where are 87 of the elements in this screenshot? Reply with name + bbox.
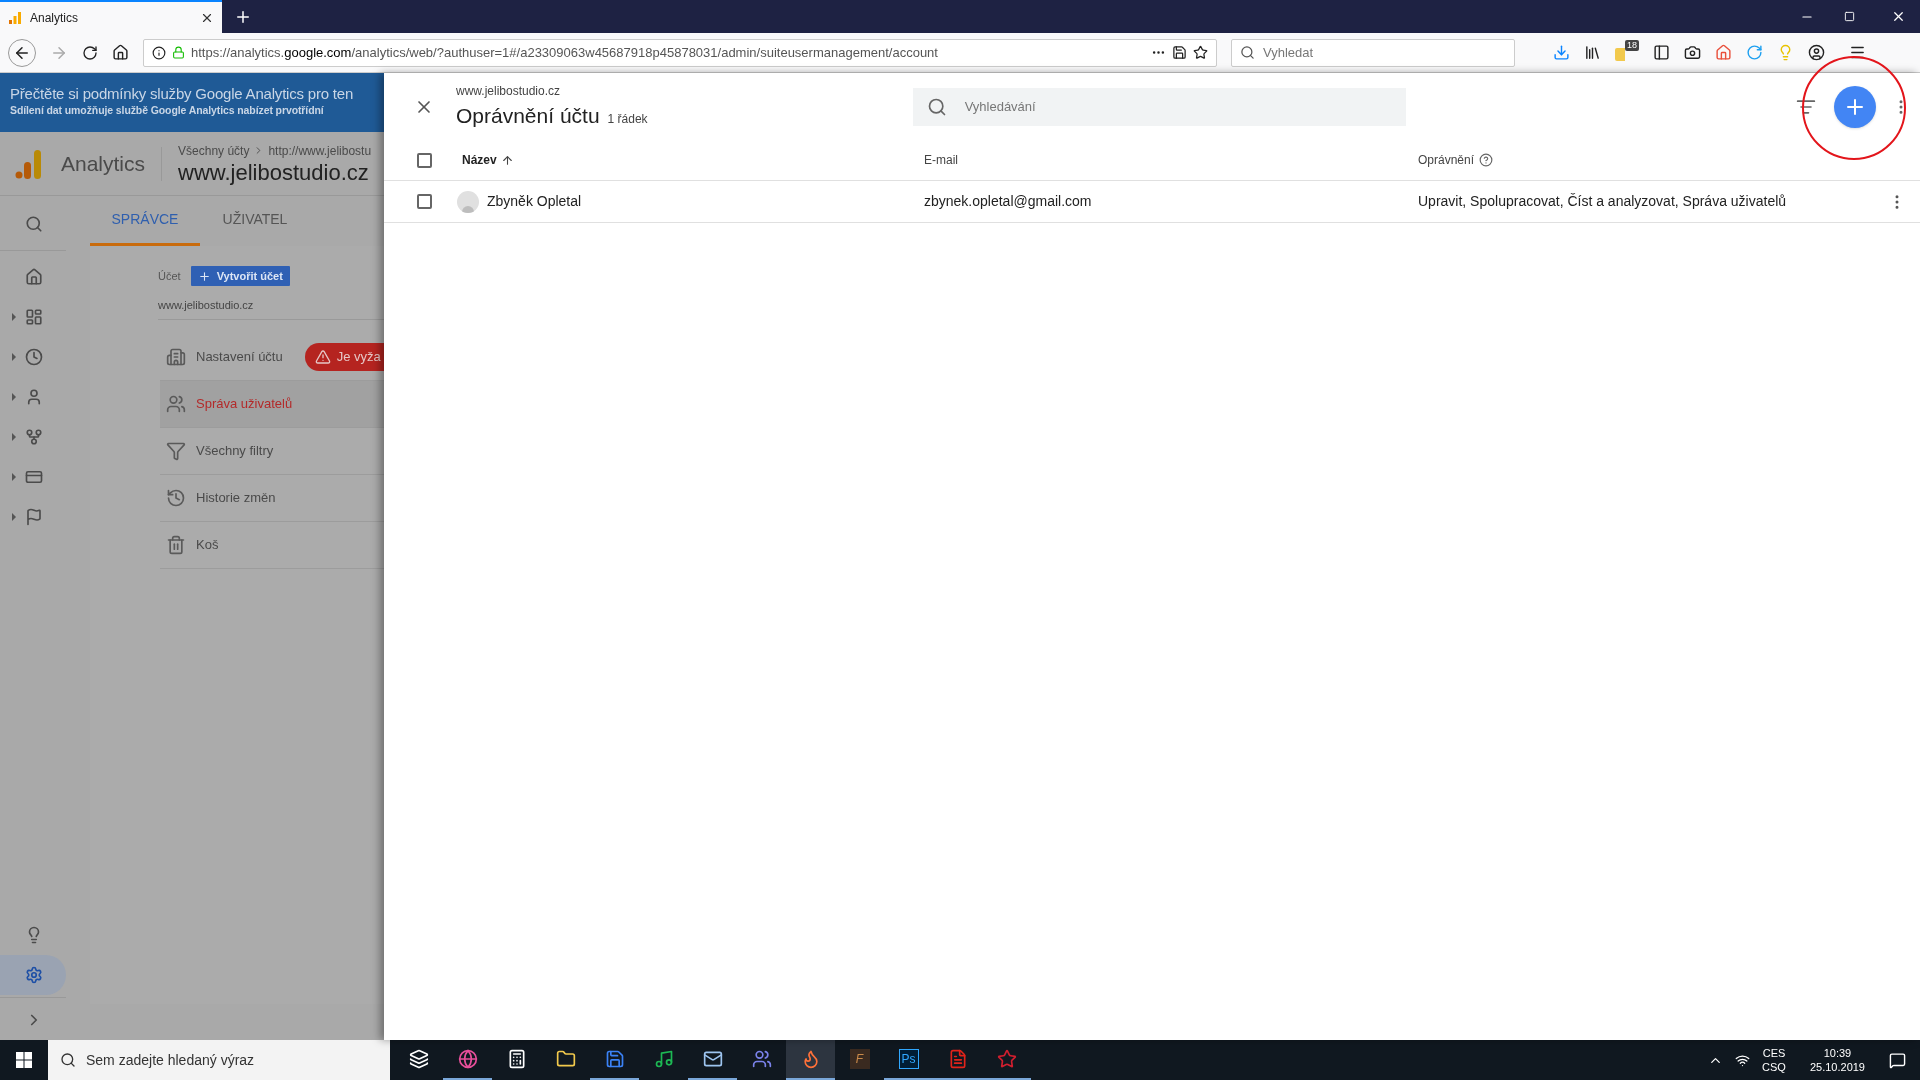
download-icon[interactable] (1553, 44, 1570, 61)
sidebar-icon[interactable] (1653, 44, 1670, 61)
count-badge: 18 (1625, 40, 1639, 51)
select-all-checkbox[interactable] (417, 152, 432, 168)
expand-arrow-icon (12, 433, 16, 441)
taskbar-app[interactable] (786, 1040, 835, 1080)
app-name: Analytics (61, 150, 146, 177)
nav-item[interactable] (0, 955, 66, 995)
search-icon (1240, 45, 1255, 60)
taskbar-search-field[interactable]: Sem zadejte hledaný výraz (48, 1040, 390, 1080)
network-icon[interactable] (1735, 1052, 1751, 1068)
search-field[interactable]: Vyhledávání (912, 87, 1406, 126)
clock-icon[interactable] (25, 348, 43, 366)
account-icon[interactable] (1808, 44, 1825, 61)
sync-icon[interactable] (1746, 44, 1763, 61)
sort-arrow-icon[interactable] (500, 153, 514, 167)
breadcrumb-link[interactable]: Všechny účty (178, 141, 250, 160)
notifications-icon[interactable] (1889, 1051, 1906, 1069)
plus-icon (197, 269, 211, 283)
column-header: E-mail (924, 152, 959, 169)
row-count: 1 řádek (607, 110, 648, 128)
expand-arrow-icon (12, 313, 16, 321)
tab-title: Analytics (30, 9, 80, 27)
camera-icon[interactable] (1684, 44, 1701, 61)
table-cell-text: Zbyněk Opletal (487, 192, 582, 211)
admin-menu-item[interactable]: Nastavení účtu Je vyža (160, 333, 384, 381)
url-text: https://analytics.google.com/analytics/web/?authuser=1#/a23309063w45687918p45878031/admin/suiteusermanagement/account (191, 43, 938, 62)
folder-icon (555, 1049, 576, 1069)
banner-subtext: Sdílení dat umožňuje službě Google Analytics nabízet prvotřídní (10, 103, 324, 118)
help-icon[interactable] (1479, 153, 1494, 167)
column-header: Oprávnění (1418, 152, 1475, 169)
reload-icon[interactable] (82, 44, 98, 61)
people-icon (166, 393, 186, 414)
history-icon (166, 487, 186, 508)
search-icon (60, 1052, 76, 1068)
restore-icon[interactable] (1844, 11, 1855, 22)
search-icon (926, 96, 947, 117)
building-icon (166, 346, 186, 367)
bar-chart-icon (8, 10, 22, 25)
expand-arrow-icon (12, 513, 16, 521)
settings-icon[interactable] (25, 966, 43, 984)
branch-icon[interactable] (25, 428, 43, 446)
windows-icon[interactable] (16, 1052, 32, 1068)
star-icon[interactable] (1193, 45, 1208, 60)
avatar (457, 190, 479, 213)
warning-icon (314, 348, 331, 365)
save-icon (604, 1049, 625, 1069)
search-icon[interactable] (25, 215, 43, 233)
warning-badge[interactable]: Je vyža (304, 342, 384, 371)
info-icon (152, 45, 166, 60)
library-icon[interactable] (1584, 44, 1601, 61)
table-cell-text: Upravit, Spolupracovat, Číst a analyzovat, Správa uživatelů (1418, 192, 1788, 211)
admin-menu-item[interactable]: Správa uživatelů (160, 380, 384, 428)
row-checkbox[interactable] (417, 194, 432, 209)
flag-icon[interactable] (25, 508, 43, 526)
expand-arrow-icon (12, 353, 16, 361)
create-account-button[interactable]: Vytvořit účet (190, 266, 290, 286)
panel-subtitle: www.jelibostudio.cz (456, 82, 562, 100)
add-button[interactable] (1834, 85, 1876, 128)
search-field[interactable]: Vyhledat (1231, 38, 1515, 67)
close-icon[interactable] (1891, 9, 1906, 24)
account-label: Účet (158, 268, 181, 284)
expand-arrow-icon (12, 393, 16, 401)
expand-arrow-icon (12, 473, 16, 481)
admin-tab[interactable]: UŽIVATEL (200, 196, 310, 246)
filter-icon (166, 440, 186, 461)
home-icon[interactable] (112, 44, 129, 61)
browser-tab[interactable]: Analytics (0, 0, 222, 33)
property-name[interactable]: www.jelibostudio.cz (178, 159, 372, 186)
taskbar-app[interactable]: F (835, 1040, 884, 1080)
dashboard-icon[interactable] (25, 308, 43, 326)
trash-icon (166, 534, 186, 555)
house-icon[interactable] (1715, 44, 1732, 61)
table-cell-text: zbynek.opletal@gmail.com (924, 192, 1093, 211)
analytics-logo (15, 148, 41, 179)
account-name[interactable]: www.jelibostudio.cz (158, 297, 384, 320)
breadcrumb-link[interactable]: http://www.jelibostu (268, 141, 372, 160)
clock[interactable]: 10:39 25.10.2019 (1809, 1046, 1865, 1074)
lock-icon (172, 46, 185, 59)
panel-title: Oprávnění účtu (456, 102, 600, 129)
column-header[interactable]: Název (462, 151, 497, 169)
person-icon[interactable] (25, 388, 43, 406)
taskbar-app[interactable]: Ps (884, 1040, 933, 1080)
url-field[interactable]: https://analytics.google.com/analytics/web/?authuser=1#/a23309063w45687918p45878031/admin/suiteusermanagement/account (143, 38, 1217, 67)
banner-text: Přečtěte si podmínky služby Google Analytics pro ten (10, 84, 354, 103)
language-indicator[interactable]: CES CSQ (1762, 1046, 1786, 1074)
card-icon[interactable] (25, 468, 43, 486)
